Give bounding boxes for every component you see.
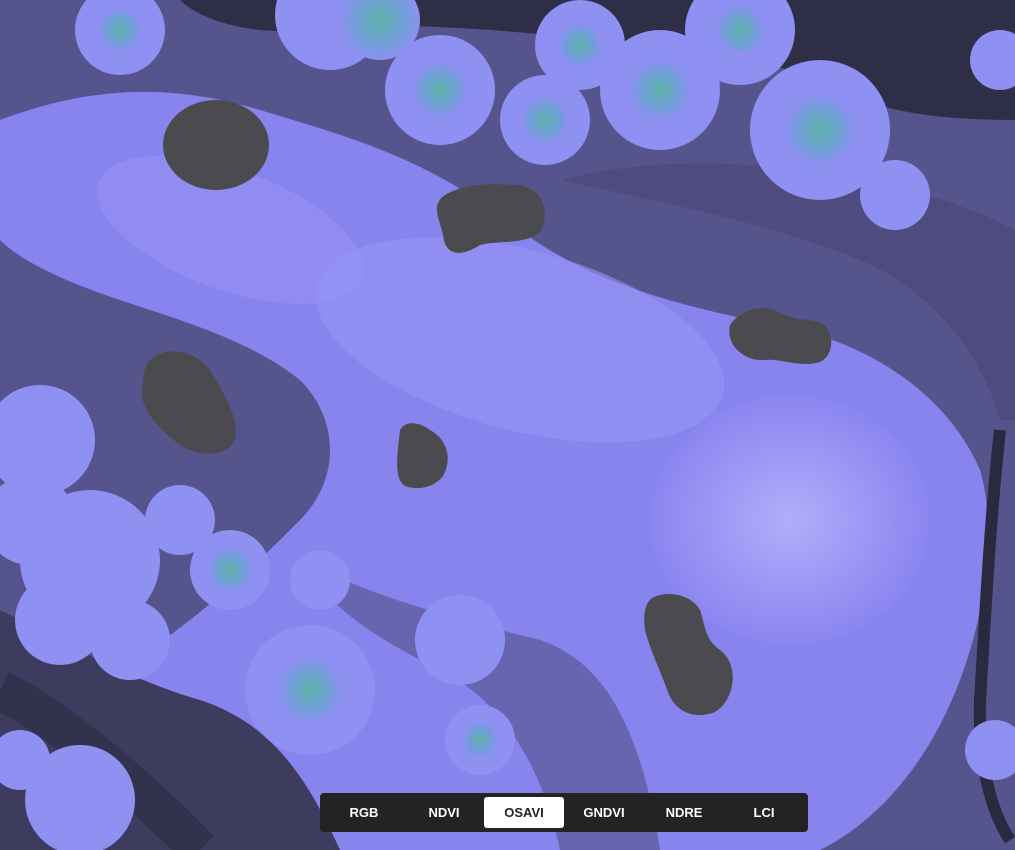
pond-1	[163, 100, 269, 190]
layer-button-osavi[interactable]: OSAVI	[484, 797, 564, 828]
layer-button-rgb[interactable]: RGB	[324, 797, 404, 828]
layer-button-gndvi[interactable]: GNDVI	[564, 797, 644, 828]
layer-button-lci[interactable]: LCI	[724, 797, 804, 828]
map-viewer[interactable]: RGB NDVI OSAVI GNDVI NDRE LCI	[0, 0, 1015, 850]
layer-button-ndre[interactable]: NDRE	[644, 797, 724, 828]
osavi-imagery-layer[interactable]	[0, 0, 1015, 850]
layer-button-ndvi[interactable]: NDVI	[404, 797, 484, 828]
layer-switcher: RGB NDVI OSAVI GNDVI NDRE LCI	[320, 793, 808, 832]
